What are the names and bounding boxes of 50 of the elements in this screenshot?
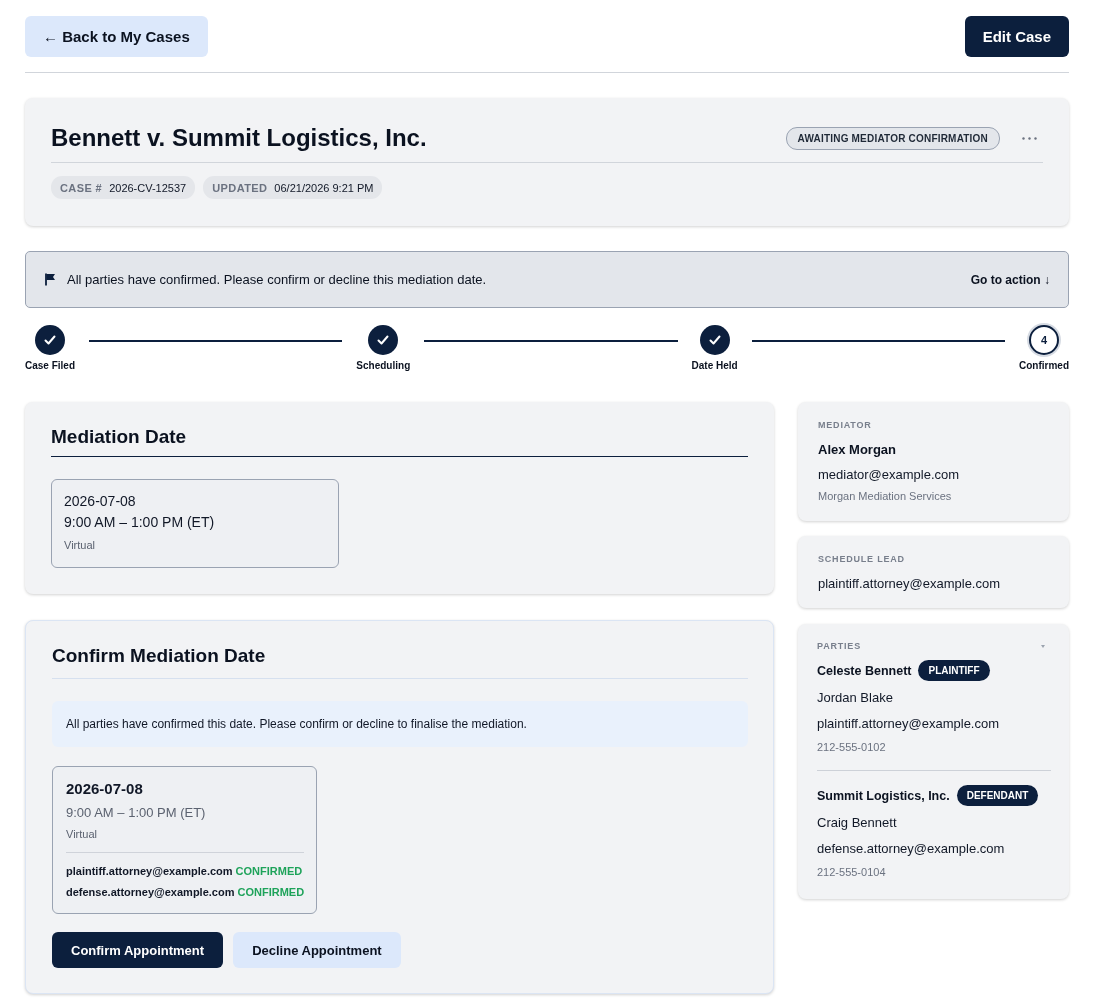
date-text: 2026-07-08 — [64, 492, 137, 511]
info-message: All parties have confirmed this date. Please confirm or decline to finalise the mediation. — [52, 701, 748, 747]
attorney-name: Craig Bennett — [817, 814, 898, 832]
more-icon[interactable] — [1022, 136, 1037, 140]
alert-message: All parties have confirmed. Please confirm or decline this mediation date. — [67, 272, 488, 287]
attorney-email: plaintiff.attorney@example.com — [817, 715, 1001, 733]
caret-icon[interactable] — [1041, 644, 1045, 648]
confirmation-status: CONFIRMED — [235, 864, 303, 879]
attorney-name: Jordan Blake — [817, 689, 894, 707]
flag-icon — [45, 273, 56, 286]
attorney-email: plaintiff.attorney@example.com — [66, 864, 233, 879]
attorney-phone: 212-555-0104 — [817, 865, 887, 880]
edit-case-button[interactable]: Edit Case — [964, 16, 1069, 57]
meta-value: 2026-CV-12537 — [109, 181, 187, 194]
role-badge: PLAINTIFF — [918, 660, 990, 681]
time-text: 9:00 AM – 1:00 PM (ET) — [64, 513, 216, 532]
step-label: Confirmed — [1019, 360, 1069, 371]
meta-label: UPDATED — [212, 181, 268, 194]
status-badge: AWAITING MEDIATOR CONFIRMATION — [785, 126, 1000, 150]
attorney-phone: 212-555-0102 — [817, 740, 887, 755]
party-name: Summit Logistics, Inc. — [817, 787, 950, 805]
card-heading: MEDIATOR — [818, 419, 873, 431]
card-heading: SCHEDULE LEAD — [818, 553, 906, 565]
meta-label: CASE # — [60, 181, 103, 194]
go-to-action-link[interactable]: Go to action ↓ — [970, 272, 1050, 287]
step-label: Date Held — [691, 360, 738, 371]
mediator-email: mediator@example.com — [818, 466, 961, 484]
attorney-email: defense.attorney@example.com — [66, 885, 235, 900]
schedule-lead-email: plaintiff.attorney@example.com — [818, 575, 1002, 593]
slot-time: 9:00 AM – 1:00 PM (ET) — [66, 804, 207, 822]
step-number: 4 — [1029, 325, 1059, 355]
decline-button[interactable]: Decline Appointment — [233, 932, 401, 968]
mediator-name: Alex Morgan — [818, 441, 897, 459]
slot-location: Virtual — [66, 827, 98, 842]
mediator-organization: Morgan Mediation Services — [818, 489, 953, 504]
section-title: Mediation Date — [51, 425, 748, 457]
case-title: Bennett v. Summit Logistics, Inc. — [51, 123, 427, 153]
location-text: Virtual — [64, 538, 96, 553]
attorney-email: defense.attorney@example.com — [817, 840, 1006, 858]
back-button[interactable]: ← Back to My Cases — [25, 16, 208, 57]
step-label: Case Filed — [25, 360, 76, 371]
slot-date: 2026-07-08 — [66, 779, 144, 799]
role-badge: DEFENDANT — [956, 785, 1039, 806]
party-name: Celeste Bennett — [817, 662, 912, 680]
confirmation-status: CONFIRMED — [237, 885, 305, 900]
section-title: Confirm Mediation Date — [52, 644, 748, 679]
meta-value: 06/21/2026 9:21 PM — [274, 181, 374, 194]
confirm-button[interactable]: Confirm Appointment — [52, 932, 224, 968]
card-heading: PARTIES — [817, 640, 861, 652]
step-label: Scheduling — [356, 360, 411, 371]
